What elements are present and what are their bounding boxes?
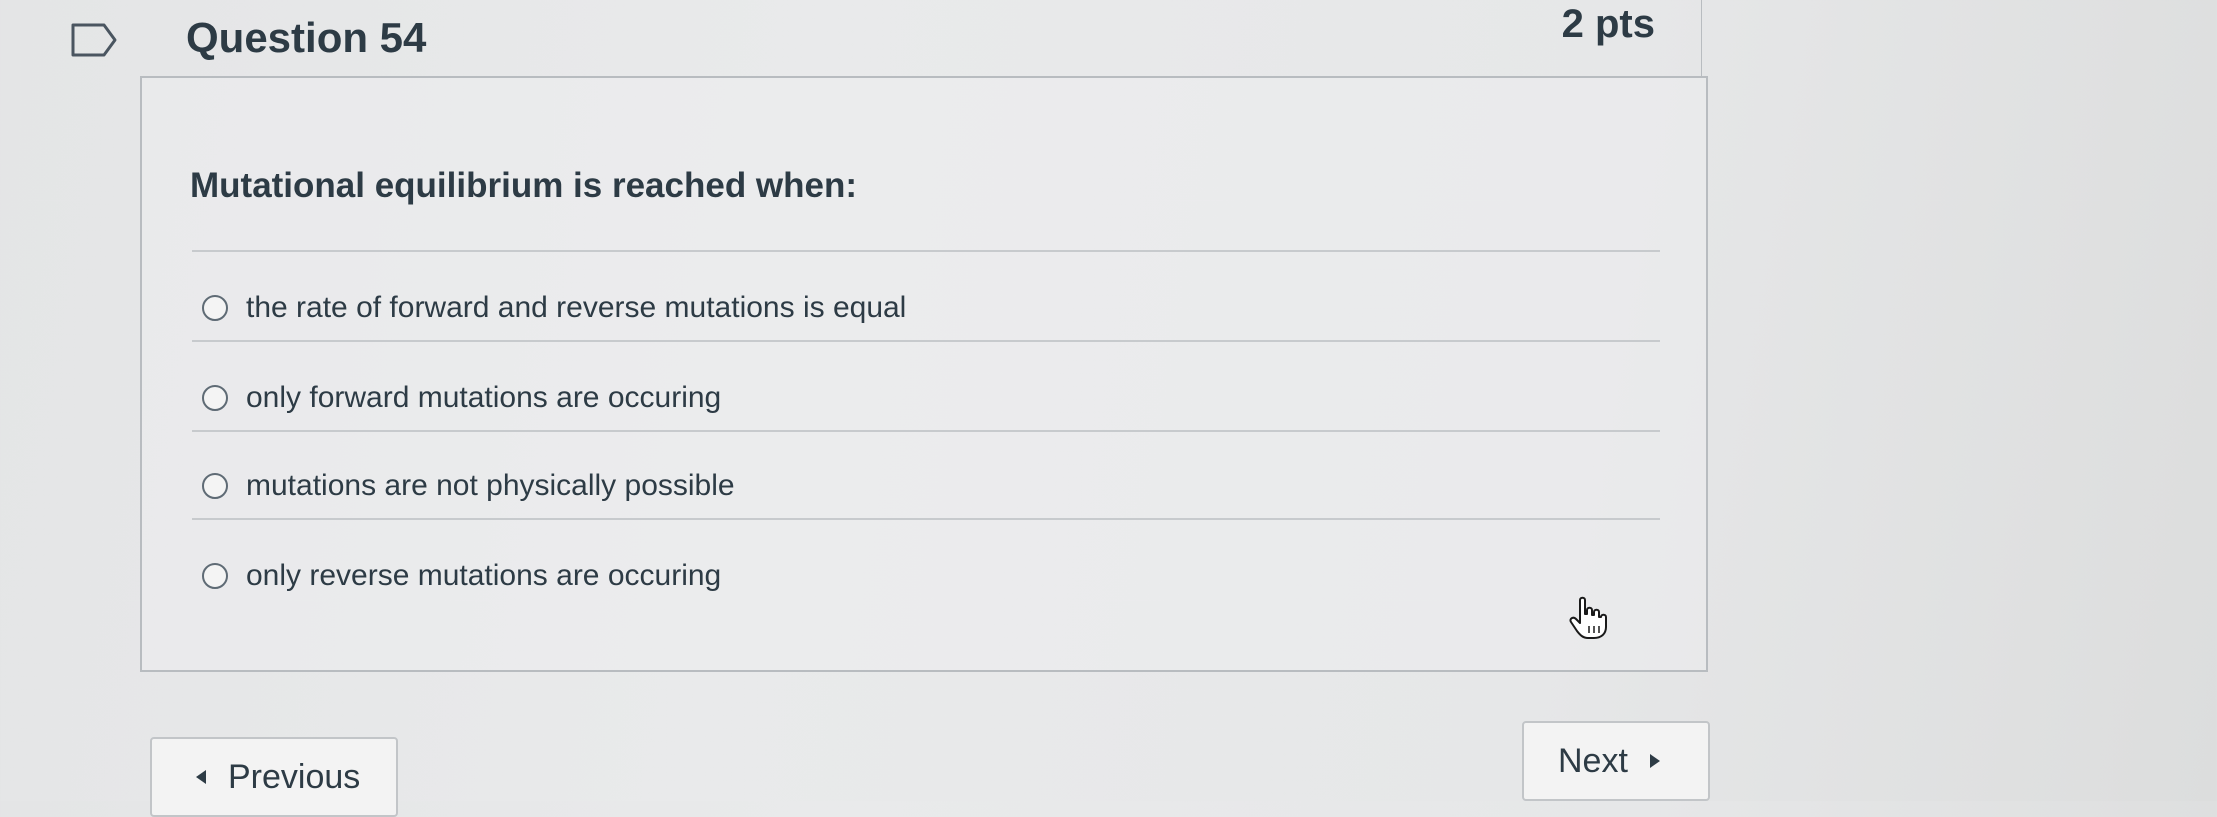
answer-label: only reverse mutations are occuring <box>246 559 722 592</box>
answer-divider <box>192 340 1660 342</box>
flag-question-icon[interactable] <box>70 22 118 58</box>
answer-divider <box>192 430 1660 432</box>
question-body: Mutational equilibrium is reached when: … <box>140 76 1708 672</box>
answer-label: the rate of forward and reverse mutation… <box>246 291 907 324</box>
triangle-left-icon <box>196 770 206 784</box>
next-button[interactable]: Next <box>1522 721 1710 801</box>
previous-label: Previous <box>228 757 361 796</box>
hand-pointer-icon <box>1569 596 1607 639</box>
answer-label: only forward mutations are occuring <box>246 381 722 414</box>
answer-option-2[interactable]: only forward mutations are occuring <box>202 368 1602 428</box>
answer-option-3[interactable]: mutations are not physically possible <box>202 456 1602 516</box>
question-text: Mutational equilibrium is reached when: <box>190 166 858 205</box>
triangle-right-icon <box>1649 754 1660 768</box>
question-title: Question 54 <box>186 14 427 61</box>
next-label: Next <box>1558 741 1628 780</box>
previous-button[interactable]: Previous <box>150 737 398 817</box>
answer-option-1[interactable]: the rate of forward and reverse mutation… <box>202 278 1602 338</box>
radio-button[interactable] <box>202 473 228 499</box>
question-points: 2 pts <box>1561 2 1655 46</box>
answers-divider <box>192 250 1660 252</box>
radio-button[interactable] <box>202 295 228 321</box>
question-header: Question 54 2 pts <box>140 0 1702 78</box>
answer-divider <box>192 518 1660 520</box>
answer-option-4[interactable]: only reverse mutations are occuring <box>202 546 1602 606</box>
radio-button[interactable] <box>202 563 228 589</box>
radio-button[interactable] <box>202 385 228 411</box>
answer-label: mutations are not physically possible <box>246 469 735 502</box>
